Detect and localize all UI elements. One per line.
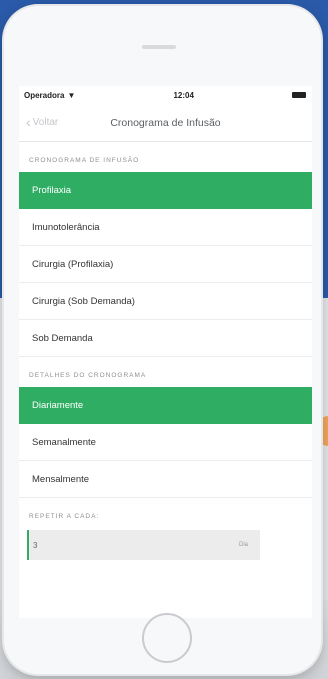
- option-cirurgia-sob-demanda[interactable]: Cirurgia (Sob Demanda): [19, 283, 312, 320]
- back-label: Voltar: [32, 116, 59, 128]
- status-bar: Operadora ▼ 12:04: [19, 86, 312, 104]
- chevron-left-icon: ‹: [26, 114, 31, 130]
- option-profilaxia[interactable]: Profilaxia: [19, 172, 312, 209]
- repeat-unit: Dia: [238, 542, 248, 548]
- schedule-options: Profilaxia Imunotolerância Cirurgia (Pro…: [19, 172, 312, 357]
- back-button[interactable]: ‹ Voltar: [26, 115, 58, 129]
- option-imunotolerancia[interactable]: Imunotolerância: [19, 209, 312, 246]
- page-title: Cronograma de Infusão: [110, 116, 221, 129]
- repeat-interval-input[interactable]: 3 Dia: [27, 530, 260, 560]
- repeat-value: 3: [33, 540, 38, 550]
- carrier-label: Operadora: [24, 90, 65, 100]
- option-cirurgia-profilaxia[interactable]: Cirurgia (Profilaxia): [19, 246, 312, 283]
- option-semanalmente[interactable]: Semanalmente: [19, 424, 312, 461]
- wifi-icon: ▼: [67, 90, 76, 100]
- repeat-section-header: REPETIR A CADA:: [29, 513, 100, 520]
- details-options: Diariamente Semanalmente Mensalmente: [19, 387, 312, 498]
- status-time: 12:04: [173, 90, 194, 100]
- app-screen: Operadora ▼ 12:04 ‹ Voltar Cronograma de…: [19, 86, 312, 618]
- phone-frame: Operadora ▼ 12:04 ‹ Voltar Cronograma de…: [4, 6, 321, 674]
- status-left: Operadora ▼: [24, 91, 75, 100]
- schedule-section-header: CRONOGRAMA DE INFUSÃO: [29, 157, 140, 164]
- home-button[interactable]: [142, 613, 192, 663]
- battery-icon: [291, 92, 306, 98]
- phone-speaker: [142, 45, 176, 49]
- option-diariamente[interactable]: Diariamente: [19, 387, 312, 424]
- nav-bar: ‹ Voltar Cronograma de Infusão: [19, 104, 312, 142]
- option-mensalmente[interactable]: Mensalmente: [19, 461, 312, 498]
- details-section-header: DETALHES DO CRONOGRAMA: [29, 372, 147, 379]
- option-sob-demanda[interactable]: Sob Demanda: [19, 320, 312, 357]
